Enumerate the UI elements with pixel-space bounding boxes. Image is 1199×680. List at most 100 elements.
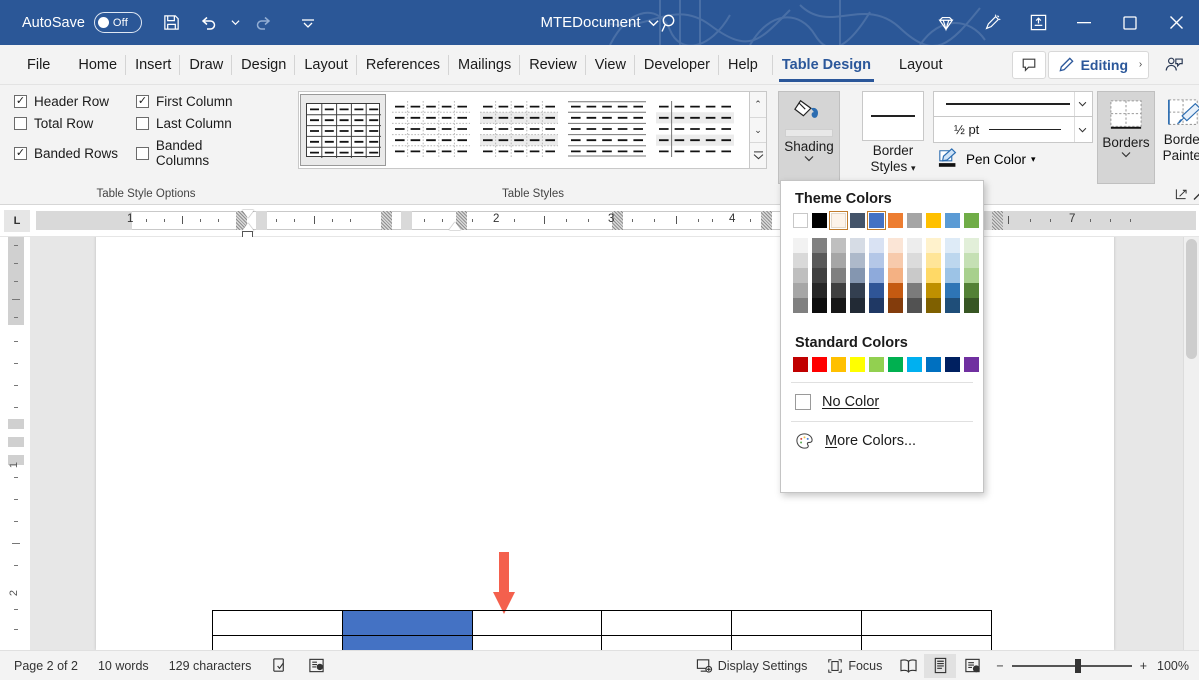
character-count[interactable]: 129 characters — [159, 654, 262, 678]
editing-dropdown-caret[interactable]: › — [1133, 51, 1149, 79]
horizontal-ruler[interactable]: L 1 2 3 4 7 — [0, 205, 1199, 237]
search-icon[interactable] — [655, 8, 685, 38]
maximize-icon[interactable] — [1107, 0, 1153, 45]
table-cell[interactable] — [602, 636, 732, 651]
standard-color-6[interactable] — [907, 357, 922, 372]
page-indicator[interactable]: Page 2 of 2 — [0, 654, 88, 678]
theme-variant[interactable] — [869, 268, 884, 283]
zoom-thumb[interactable] — [1075, 659, 1081, 673]
tab-references[interactable]: References — [357, 48, 449, 82]
more-colors-item[interactable]: MMore Colors...ore Colors... — [781, 422, 983, 460]
checkbox-banded-rows[interactable]: Banded Rows — [14, 138, 136, 168]
theme-color-0[interactable] — [793, 213, 808, 228]
theme-variant[interactable] — [850, 298, 865, 313]
table-style-item-2[interactable] — [476, 94, 562, 166]
theme-color-6[interactable] — [907, 213, 922, 228]
minimize-icon[interactable] — [1061, 0, 1107, 45]
checkbox-box[interactable] — [14, 117, 27, 130]
theme-variant[interactable] — [850, 268, 865, 283]
line-style-caret[interactable] — [1074, 92, 1090, 116]
tab-layout[interactable]: Layout — [295, 48, 357, 82]
standard-color-0[interactable] — [793, 357, 808, 372]
proofing-errors-icon[interactable] — [261, 654, 298, 678]
border-painter-button[interactable]: Border Painter — [1155, 91, 1199, 184]
tab-mailings[interactable]: Mailings — [449, 48, 520, 82]
theme-variant[interactable] — [907, 253, 922, 268]
zoom-in-button[interactable]: + — [1140, 659, 1147, 673]
table-cell[interactable] — [732, 611, 862, 636]
theme-variant[interactable] — [850, 283, 865, 298]
line-style-dropdown[interactable] — [933, 91, 1093, 117]
theme-color-2[interactable] — [831, 213, 846, 228]
tab-table-layout[interactable]: Layout — [890, 48, 952, 82]
theme-color-8[interactable] — [945, 213, 960, 228]
table-cell[interactable] — [602, 611, 732, 636]
pen-color-button[interactable]: Pen Color ▾ — [933, 148, 1093, 170]
theme-variant[interactable] — [793, 238, 808, 253]
theme-variant[interactable] — [812, 298, 827, 313]
document-canvas[interactable] — [30, 237, 1199, 650]
tab-file[interactable]: File — [18, 48, 59, 82]
theme-color-7[interactable] — [926, 213, 941, 228]
table-cell-shaded[interactable] — [342, 636, 472, 651]
theme-variant[interactable] — [793, 253, 808, 268]
theme-variant[interactable] — [926, 238, 941, 253]
read-mode-icon[interactable] — [892, 654, 924, 678]
editing-mode-button[interactable]: Editing — [1048, 51, 1138, 79]
accessibility-checker-icon[interactable] — [298, 654, 335, 678]
theme-color-3[interactable] — [850, 213, 865, 228]
theme-variant[interactable] — [926, 253, 941, 268]
standard-color-5[interactable] — [888, 357, 903, 372]
checkbox-total-row[interactable]: Total Row — [14, 116, 136, 131]
designer-icon[interactable] — [969, 0, 1015, 45]
share-icon[interactable] — [1157, 51, 1191, 79]
theme-variant[interactable] — [964, 268, 979, 283]
undo-icon[interactable] — [192, 8, 224, 38]
zoom-track[interactable] — [1012, 665, 1132, 667]
gallery-scroll-up-icon[interactable]: ⌃ — [750, 92, 766, 118]
theme-variant[interactable] — [945, 238, 960, 253]
standard-color-8[interactable] — [945, 357, 960, 372]
theme-variant[interactable] — [793, 268, 808, 283]
theme-variant[interactable] — [888, 283, 903, 298]
shading-dropdown-caret[interactable] — [804, 154, 814, 164]
table-styles-gallery[interactable] — [298, 91, 750, 169]
document-title[interactable]: MTEDocument — [540, 14, 640, 31]
tab-table-design[interactable]: Table Design — [773, 48, 880, 82]
zoom-level[interactable]: 100% — [1155, 659, 1199, 673]
table-style-item-3[interactable] — [564, 94, 650, 166]
theme-variant[interactable] — [945, 268, 960, 283]
theme-variant[interactable] — [831, 238, 846, 253]
table-row[interactable] — [213, 611, 992, 636]
theme-variant[interactable] — [964, 298, 979, 313]
table-cell[interactable] — [862, 636, 992, 651]
standard-color-7[interactable] — [926, 357, 941, 372]
collapse-ribbon-button[interactable] — [1193, 190, 1199, 204]
tab-review[interactable]: Review — [520, 48, 586, 82]
theme-variant[interactable] — [888, 253, 903, 268]
web-layout-icon[interactable] — [956, 654, 988, 678]
shading-color-dropdown[interactable]: Theme Colors — [780, 180, 984, 493]
table-cell[interactable] — [213, 636, 343, 651]
checkbox-banded-columns[interactable]: Banded Columns — [136, 138, 258, 168]
scrollbar-thumb[interactable] — [1186, 239, 1197, 359]
table-styles-scrollbar[interactable]: ⌃ ⌄ — [750, 91, 767, 169]
hanging-indent-marker[interactable] — [242, 223, 254, 231]
print-layout-icon[interactable] — [924, 654, 956, 678]
table-row[interactable] — [213, 636, 992, 651]
checkbox-box[interactable] — [136, 95, 149, 108]
line-weight-caret[interactable] — [1074, 117, 1090, 142]
theme-variant[interactable] — [926, 268, 941, 283]
theme-variant[interactable] — [907, 268, 922, 283]
theme-variant[interactable] — [964, 283, 979, 298]
tab-developer[interactable]: Developer — [635, 48, 719, 82]
theme-variant[interactable] — [831, 298, 846, 313]
table-cell[interactable] — [472, 611, 602, 636]
first-line-indent-marker[interactable] — [242, 210, 254, 218]
gallery-more-icon[interactable] — [750, 143, 766, 168]
table-cell[interactable] — [213, 611, 343, 636]
theme-color-5[interactable] — [888, 213, 903, 228]
checkbox-box[interactable] — [136, 147, 149, 160]
theme-variant[interactable] — [850, 238, 865, 253]
theme-variant[interactable] — [907, 283, 922, 298]
